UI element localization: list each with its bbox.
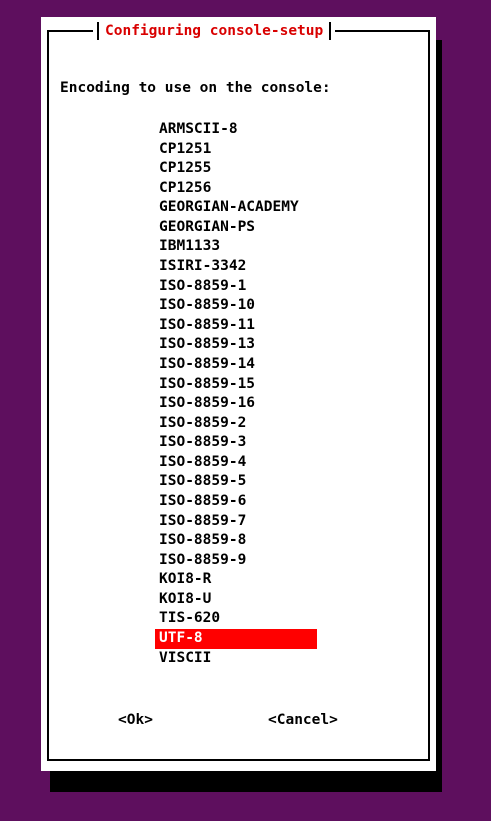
dialog-buttons: <Ok> <Cancel> xyxy=(41,710,436,730)
encoding-list[interactable]: ARMSCII-8 CP1251 CP1255 CP1256 GEORGIAN-ACAD… xyxy=(155,120,317,668)
list-item[interactable]: ISIRI-3342 xyxy=(155,257,317,277)
dialog-prompt: Encoding to use on the console: xyxy=(60,80,331,96)
list-item[interactable]: ISO-8859-8 xyxy=(155,531,317,551)
title-right-divider xyxy=(329,22,332,40)
list-item[interactable]: ISO-8859-1 xyxy=(155,277,317,297)
list-item[interactable]: ISO-8859-9 xyxy=(155,551,317,571)
list-item[interactable]: ISO-8859-13 xyxy=(155,335,317,355)
list-item[interactable]: ISO-8859-14 xyxy=(155,355,317,375)
ok-button[interactable]: <Ok> xyxy=(118,710,153,730)
list-item[interactable]: TIS-620 xyxy=(155,609,317,629)
list-item[interactable]: ISO-8859-2 xyxy=(155,414,317,434)
list-item[interactable]: ISO-8859-16 xyxy=(155,394,317,414)
list-item[interactable]: ISO-8859-10 xyxy=(155,296,317,316)
list-item[interactable]: ISO-8859-11 xyxy=(155,316,317,336)
list-item[interactable]: ISO-8859-5 xyxy=(155,472,317,492)
list-item[interactable]: ISO-8859-3 xyxy=(155,433,317,453)
list-item[interactable]: KOI8-R xyxy=(155,570,317,590)
list-item[interactable]: KOI8-U xyxy=(155,590,317,610)
list-item[interactable]: VISCII xyxy=(155,649,317,669)
list-item[interactable]: CP1256 xyxy=(155,179,317,199)
dialog-title-bar: Configuring console-setup xyxy=(93,17,336,45)
list-item[interactable]: ISO-8859-6 xyxy=(155,492,317,512)
list-item[interactable]: CP1255 xyxy=(155,159,317,179)
cancel-button[interactable]: <Cancel> xyxy=(268,710,338,730)
dialog-title: Configuring console-setup xyxy=(105,23,324,39)
list-item[interactable]: CP1251 xyxy=(155,140,317,160)
list-item[interactable]: ISO-8859-7 xyxy=(155,512,317,532)
list-item[interactable]: IBM1133 xyxy=(155,237,317,257)
console-setup-dialog: Configuring console-setup Encoding to us… xyxy=(41,17,436,771)
list-item[interactable]: ARMSCII-8 xyxy=(155,120,317,140)
list-item-selected[interactable]: UTF-8 xyxy=(155,629,317,649)
list-item[interactable]: GEORGIAN-PS xyxy=(155,218,317,238)
list-item[interactable]: GEORGIAN-ACADEMY xyxy=(155,198,317,218)
list-item[interactable]: ISO-8859-4 xyxy=(155,453,317,473)
list-item[interactable]: ISO-8859-15 xyxy=(155,375,317,395)
